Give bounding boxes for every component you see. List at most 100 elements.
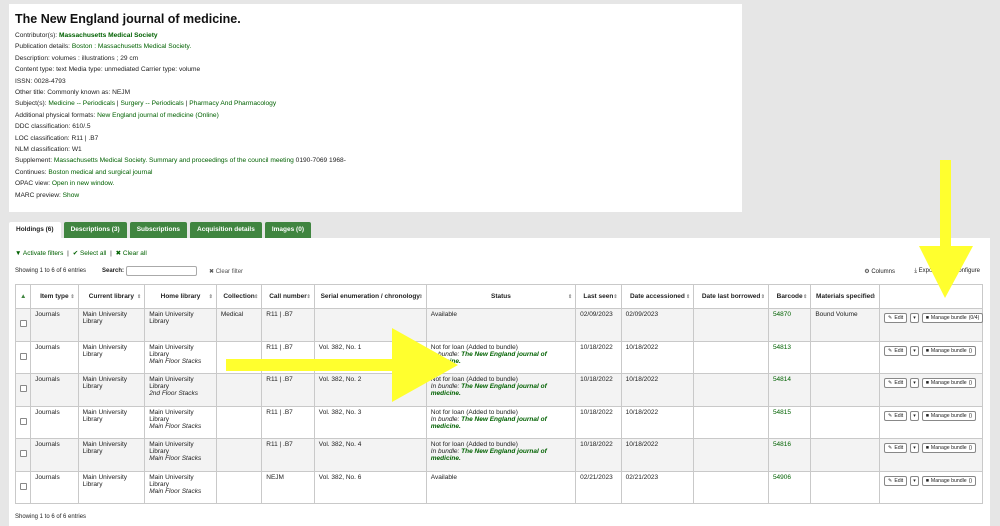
date-accessioned-cell: 10/18/2022 (620, 340, 695, 374)
entries-info-footer: Showing 1 to 6 of 6 entries (15, 514, 87, 520)
edit-dropdown-toggle[interactable]: ▾ (910, 313, 919, 323)
contributor-link[interactable]: Massachusetts Medical Society (59, 32, 158, 39)
last-seen-cell: 10/18/2022 (575, 438, 622, 472)
row-checkbox[interactable] (20, 352, 27, 360)
subject-link[interactable]: Medicine -- Periodicals (48, 100, 115, 107)
additional-formats-link[interactable]: New England journal of medicine (Online) (97, 112, 219, 119)
item-type-cell: Journals (30, 438, 79, 472)
row-checkbox[interactable] (20, 320, 27, 327)
column-header-select[interactable]: ▲ (14, 284, 32, 309)
subject-link[interactable]: Pharmacy And Pharmacology (189, 100, 276, 107)
edit-dropdown-toggle[interactable]: ▾ (910, 410, 919, 421)
table-row: Journals Main University Library Main Univ… (14, 340, 984, 374)
configure-button[interactable]: Configure (954, 268, 980, 274)
clear-all-link[interactable]: ✖ Clear all (116, 250, 147, 257)
manage-bundle-button[interactable]: ■ Manage bundle () (921, 410, 977, 421)
barcode-link[interactable]: 54870 (773, 311, 791, 318)
tab-holdings[interactable]: Holdings (6) (9, 222, 61, 238)
enumeration-cell: Vol. 382, No. 3 (313, 405, 427, 439)
column-header[interactable]: Last seen ⇕ (575, 284, 622, 309)
publication-link[interactable]: Boston : Massachusetts Medical Society. (72, 43, 191, 50)
edit-dropdown-toggle[interactable]: ▾ (910, 378, 919, 388)
enumeration-cell: Vol. 382, No. 4 (313, 438, 427, 472)
edit-dropdown-toggle[interactable]: ▾ (910, 345, 919, 356)
column-header-actions (878, 284, 984, 309)
manage-bundle-button[interactable]: ■ Manage bundle () (921, 443, 977, 453)
select-all-link[interactable]: ✔ Select all (73, 250, 107, 257)
export-button[interactable]: ⤓ Export (914, 268, 936, 275)
barcode-link[interactable]: 54906 (773, 474, 791, 481)
column-header[interactable]: Item type ⇕ (30, 284, 79, 309)
last-seen-cell: 10/18/2022 (575, 340, 622, 374)
edit-button[interactable]: ✎ Edit (883, 475, 908, 486)
column-header[interactable]: Materials specified ⇕ (810, 284, 880, 309)
sort-icon: ⇕ (760, 294, 765, 300)
column-header[interactable]: Call number ⇕ (261, 284, 315, 309)
last-seen-cell: 02/09/2023 (575, 308, 622, 342)
row-checkbox[interactable] (20, 417, 27, 425)
marc-row: MARC preview: Show (15, 191, 80, 199)
subject-link[interactable]: Surgery -- Periodicals (120, 100, 183, 107)
tab-descriptions[interactable]: Descriptions (3) (63, 222, 127, 238)
barcode-link[interactable]: 54814 (773, 376, 791, 383)
row-checkbox[interactable] (20, 450, 27, 457)
barcode-cell: 54816 (767, 438, 812, 472)
table-row: Journals Main University Library Main Univ… (14, 308, 984, 342)
opac-link[interactable]: Open in new window. (52, 180, 114, 187)
shelving-location: Main Floor Stacks (149, 357, 202, 365)
caret-down-icon: ▾ (913, 445, 916, 451)
column-header[interactable]: Date last borrowed ⇕ (693, 284, 769, 309)
tab-images[interactable]: Images (0) (264, 222, 311, 238)
search-input[interactable] (126, 266, 197, 276)
edit-dropdown-toggle[interactable]: ▾ (910, 443, 919, 453)
status-cell: Not for loan (Added to bundle) In bundle:… (425, 438, 577, 472)
folder-icon: ■ (925, 445, 929, 451)
column-header[interactable]: Status ⇕ (425, 284, 577, 309)
tab-acquisition-details[interactable]: Acquisition details (190, 222, 262, 238)
continues-row: Continues: Boston medical and surgical j… (15, 168, 153, 176)
activate-filters-link[interactable]: ▼ Activate filters (15, 250, 63, 257)
column-header[interactable]: Serial enumeration / chronology ⇕ (313, 284, 427, 309)
barcode-link[interactable]: 54813 (773, 344, 791, 351)
edit-button[interactable]: ✎ Edit (883, 410, 908, 421)
date-accessioned-cell: 10/18/2022 (620, 373, 695, 407)
clear-filter-button[interactable]: ✖ Clear filter (209, 268, 243, 275)
edit-dropdown-toggle[interactable]: ▾ (910, 475, 919, 486)
home-library-cell: Main University Library 2nd Floor Stacks (144, 373, 217, 407)
materials-cell (810, 470, 880, 504)
columns-button[interactable]: ⚙ Columns (864, 268, 895, 275)
manage-bundle-button[interactable]: ■ Manage bundle (0/4) (921, 313, 984, 323)
home-library-cell: Main University Library Main Floor Stacks (144, 470, 217, 504)
manage-bundle-button[interactable]: ■ Manage bundle () (921, 345, 977, 356)
date-accessioned-cell: 02/09/2023 (620, 308, 695, 342)
select-cell (14, 438, 32, 472)
manage-bundle-button[interactable]: ■ Manage bundle () (921, 378, 977, 388)
column-header[interactable]: Collection ⇕ (215, 284, 263, 309)
enumeration-cell (313, 308, 427, 342)
continues-link[interactable]: Boston medical and surgical journal (48, 169, 152, 176)
manage-bundle-button[interactable]: ■ Manage bundle () (921, 475, 977, 486)
barcode-link[interactable]: 54815 (773, 409, 791, 416)
edit-button[interactable]: ✎ Edit (883, 378, 908, 388)
description-row: Description: volumes : illustrations ; 2… (15, 54, 139, 62)
column-header[interactable]: Current library ⇕ (77, 284, 146, 309)
row-checkbox[interactable] (20, 385, 27, 392)
column-header[interactable]: Date accessioned ⇕ (620, 284, 695, 309)
edit-button[interactable]: ✎ Edit (883, 443, 908, 453)
tab-subscriptions[interactable]: Subscriptions (129, 222, 188, 238)
barcode-link[interactable]: 54816 (773, 441, 791, 448)
edit-button[interactable]: ✎ Edit (883, 345, 908, 356)
column-header[interactable]: Home library ⇕ (144, 284, 217, 309)
materials-cell (810, 373, 880, 407)
supplement-link[interactable]: Massachusetts Medical Society. Summary a… (54, 157, 294, 164)
marc-show-link[interactable]: Show (63, 192, 80, 199)
current-library-cell: Main University Library (77, 470, 146, 504)
edit-button[interactable]: ✎ Edit (883, 313, 908, 323)
current-library-cell: Main University Library (77, 308, 146, 342)
sort-icon: ⇕ (70, 294, 75, 300)
column-header[interactable]: Barcode ⇕ (767, 284, 812, 309)
holdings-panel: ▼ Activate filters | ✔ Select all | ✖ Cl… (9, 238, 990, 526)
pencil-icon: ✎ (887, 380, 893, 386)
materials-cell (810, 405, 880, 439)
row-checkbox[interactable] (20, 482, 27, 490)
